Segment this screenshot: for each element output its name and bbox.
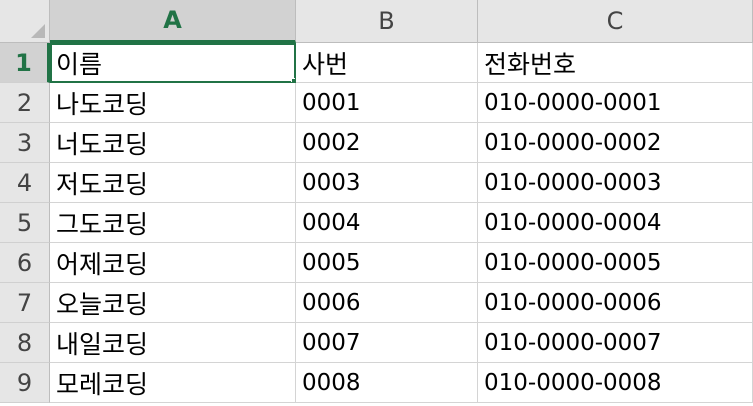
cell-c3[interactable]: 010-0000-0002 <box>478 123 753 163</box>
cell-a7[interactable]: 오늘코딩 <box>50 283 296 323</box>
row-header-4[interactable]: 4 <box>0 163 50 203</box>
cell-b8[interactable]: 0007 <box>296 323 478 363</box>
cell-c5[interactable]: 010-0000-0004 <box>478 203 753 243</box>
cell-a4[interactable]: 저도코딩 <box>50 163 296 203</box>
spreadsheet-grid: A B C 1 이름 사번 전화번호 2 나도코딩 0001 010-0000-… <box>0 0 753 406</box>
cell-c8[interactable]: 010-0000-0007 <box>478 323 753 363</box>
row-header-8[interactable]: 8 <box>0 323 50 363</box>
row-header-5[interactable]: 5 <box>0 203 50 243</box>
fill-handle[interactable] <box>291 78 295 82</box>
cell-b9[interactable]: 0008 <box>296 363 478 403</box>
row-header-3[interactable]: 3 <box>0 123 50 163</box>
cell-b2[interactable]: 0001 <box>296 83 478 123</box>
cell-c7[interactable]: 010-0000-0006 <box>478 283 753 323</box>
column-header-c[interactable]: C <box>478 0 753 43</box>
cell-a6[interactable]: 어제코딩 <box>50 243 296 283</box>
row-header-7[interactable]: 7 <box>0 283 50 323</box>
cell-b7[interactable]: 0006 <box>296 283 478 323</box>
row-header-9[interactable]: 9 <box>0 363 50 403</box>
cell-b6[interactable]: 0005 <box>296 243 478 283</box>
cell-c4[interactable]: 010-0000-0003 <box>478 163 753 203</box>
cell-c2[interactable]: 010-0000-0001 <box>478 83 753 123</box>
cell-a8[interactable]: 내일코딩 <box>50 323 296 363</box>
cell-a1[interactable]: 이름 <box>50 43 296 83</box>
cell-a2[interactable]: 나도코딩 <box>50 83 296 123</box>
select-all-corner[interactable] <box>0 0 50 43</box>
cell-a5[interactable]: 그도코딩 <box>50 203 296 243</box>
cell-b5[interactable]: 0004 <box>296 203 478 243</box>
cell-b4[interactable]: 0003 <box>296 163 478 203</box>
cell-c1[interactable]: 전화번호 <box>478 43 753 83</box>
row-header-2[interactable]: 2 <box>0 83 50 123</box>
cell-b1[interactable]: 사번 <box>296 43 478 83</box>
cell-c9[interactable]: 010-0000-0008 <box>478 363 753 403</box>
column-header-b[interactable]: B <box>296 0 478 43</box>
column-header-a[interactable]: A <box>50 0 296 43</box>
cell-a1-text: 이름 <box>56 49 103 79</box>
cell-b3[interactable]: 0002 <box>296 123 478 163</box>
select-all-triangle-icon <box>31 24 45 38</box>
cell-a3[interactable]: 너도코딩 <box>50 123 296 163</box>
cell-a9[interactable]: 모레코딩 <box>50 363 296 403</box>
row-header-1[interactable]: 1 <box>0 43 50 83</box>
row-header-6[interactable]: 6 <box>0 243 50 283</box>
cell-c6[interactable]: 010-0000-0005 <box>478 243 753 283</box>
